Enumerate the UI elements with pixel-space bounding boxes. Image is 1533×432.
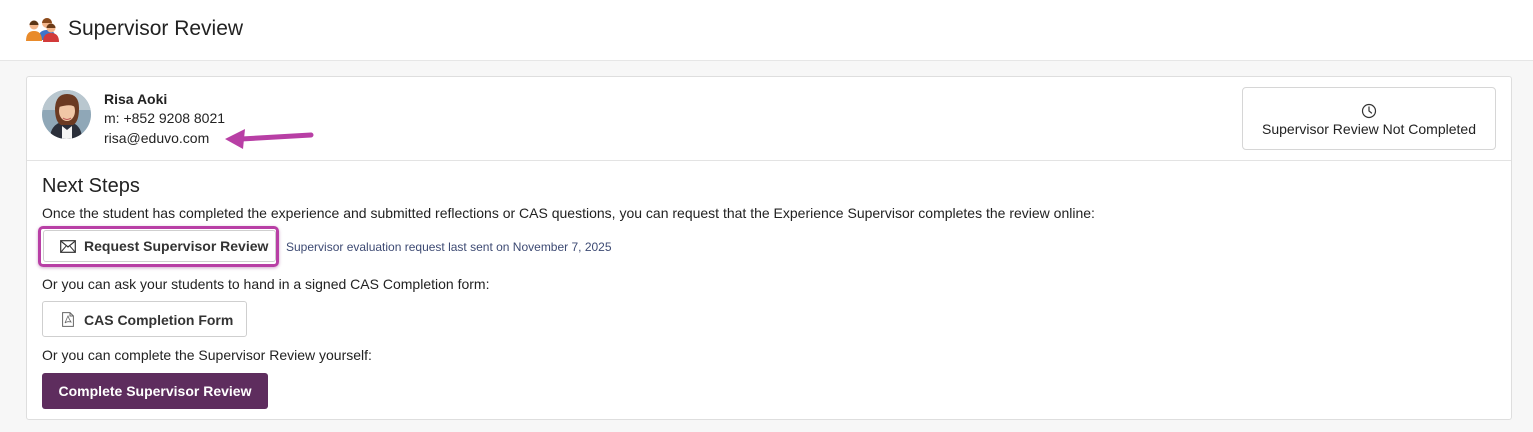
envelope-icon [60,240,76,253]
request-supervisor-review-label: Request Supervisor Review [84,238,269,254]
cas-completion-form-label: CAS Completion Form [84,312,234,328]
contact-name: Risa Aoki [104,91,168,107]
complete-supervisor-review-button[interactable]: Complete Supervisor Review [42,373,268,409]
supervisor-review-card: Risa Aoki m: +852 9208 8021 risa@eduvo.c… [26,76,1512,420]
status-text: Supervisor Review Not Completed [1262,121,1476,137]
last-sent-note: Supervisor evaluation request last sent … [286,240,612,254]
completion-form-instruction: Or you can ask your students to hand in … [42,276,490,292]
annotation-arrow-icon [225,129,314,149]
contact-email[interactable]: risa@eduvo.com [104,130,209,146]
cas-completion-form-button[interactable]: CAS Completion Form [42,301,247,337]
self-complete-instruction: Or you can complete the Supervisor Revie… [42,347,372,363]
pdf-file-icon [62,312,74,327]
review-status-badge: Supervisor Review Not Completed [1242,87,1496,150]
next-steps-description: Once the student has completed the exper… [42,205,1095,221]
page-title: Supervisor Review [68,17,244,40]
users-icon [26,18,59,42]
clock-icon [1361,103,1377,119]
contact-phone: m: +852 9208 8021 [104,110,226,126]
avatar [42,90,91,139]
request-supervisor-review-button[interactable]: Request Supervisor Review [43,230,276,262]
supervisor-contact-section: Risa Aoki m: +852 9208 8021 risa@eduvo.c… [27,77,1511,161]
next-steps-heading: Next Steps [42,175,140,197]
complete-supervisor-review-label: Complete Supervisor Review [58,383,252,399]
page-header: Supervisor Review [0,0,1533,61]
